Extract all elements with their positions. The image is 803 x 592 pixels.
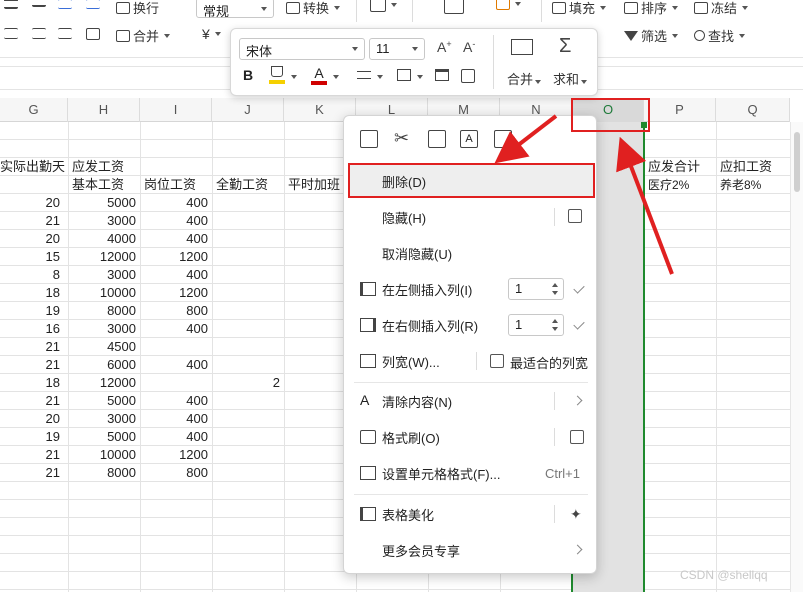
arrow-to-column-O [616,136,674,275]
annotation-arrows [494,114,674,275]
arrow-to-delete [494,114,558,164]
